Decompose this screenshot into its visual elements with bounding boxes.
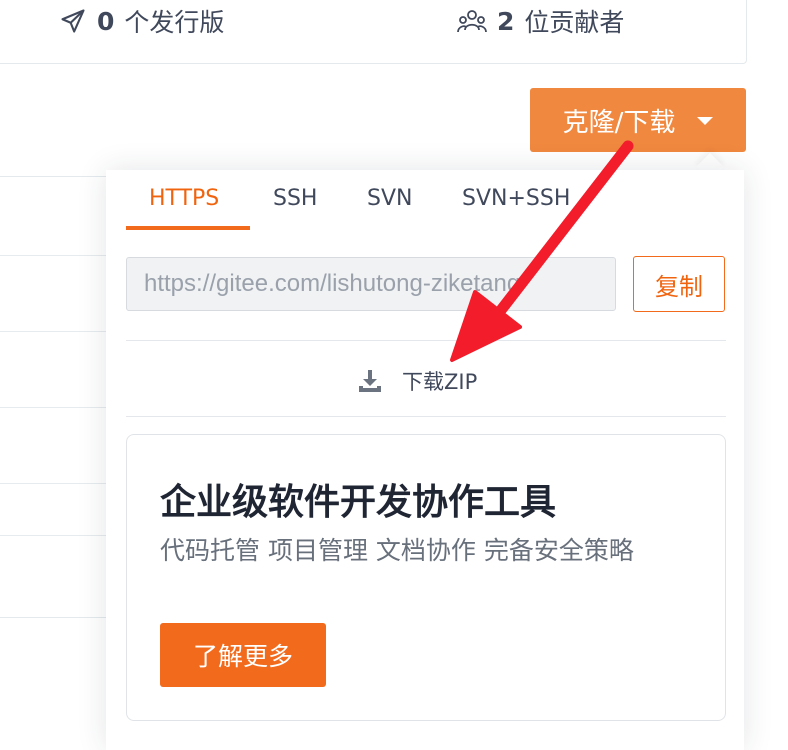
send-icon — [59, 7, 87, 35]
download-zip-label: 下载ZIP — [402, 370, 478, 394]
file-list-row-divider — [0, 535, 108, 536]
tab-svn[interactable]: SVN — [367, 186, 412, 211]
clone-dropdown-panel: HTTPS SSH SVN SVN+SSH https://gitee.com/… — [106, 170, 744, 750]
protocol-tabs: HTTPS SSH SVN SVN+SSH — [126, 170, 726, 232]
promo-title: 企业级软件开发协作工具 — [160, 482, 557, 523]
download-icon — [358, 369, 382, 393]
contributors-stat[interactable]: 2 位贡献者 — [457, 5, 624, 37]
file-list-background — [0, 176, 109, 618]
clone-download-label: 克隆/下载 — [562, 107, 676, 138]
contributors-label: 位贡献者 — [524, 8, 625, 37]
file-list-row-divider — [0, 407, 108, 408]
releases-label: 个发行版 — [124, 8, 225, 37]
tab-https[interactable]: HTTPS — [149, 186, 219, 211]
clone-download-button[interactable]: 克隆/下载 — [530, 88, 746, 152]
file-list-row-divider — [0, 255, 108, 256]
download-zip-link[interactable]: 下载ZIP — [358, 366, 477, 396]
learn-more-button[interactable]: 了解更多 — [160, 623, 326, 687]
releases-count: 0 — [97, 6, 115, 36]
tab-ssh[interactable]: SSH — [273, 186, 317, 211]
users-icon — [457, 8, 487, 34]
file-list-row-divider — [0, 483, 108, 484]
divider — [126, 340, 726, 341]
tab-svn-ssh[interactable]: SVN+SSH — [462, 186, 570, 211]
caret-down-icon — [697, 117, 714, 125]
promo-card: 企业级软件开发协作工具 代码托管 项目管理 文档协作 完备安全策略 了解更多 — [126, 434, 726, 721]
promo-description: 代码托管 项目管理 文档协作 完备安全策略 — [160, 536, 634, 565]
clone-url-field[interactable]: https://gitee.com/lishutong-ziketang — [126, 257, 616, 311]
contributors-count: 2 — [497, 6, 515, 36]
copy-button[interactable]: 复制 — [633, 256, 725, 312]
repo-stats-bar: 0 个发行版 2 位贡献者 — [0, 0, 747, 64]
active-tab-indicator — [126, 226, 250, 230]
file-list-row-divider — [0, 331, 108, 332]
releases-stat[interactable]: 0 个发行版 — [59, 5, 224, 37]
divider — [126, 416, 726, 417]
